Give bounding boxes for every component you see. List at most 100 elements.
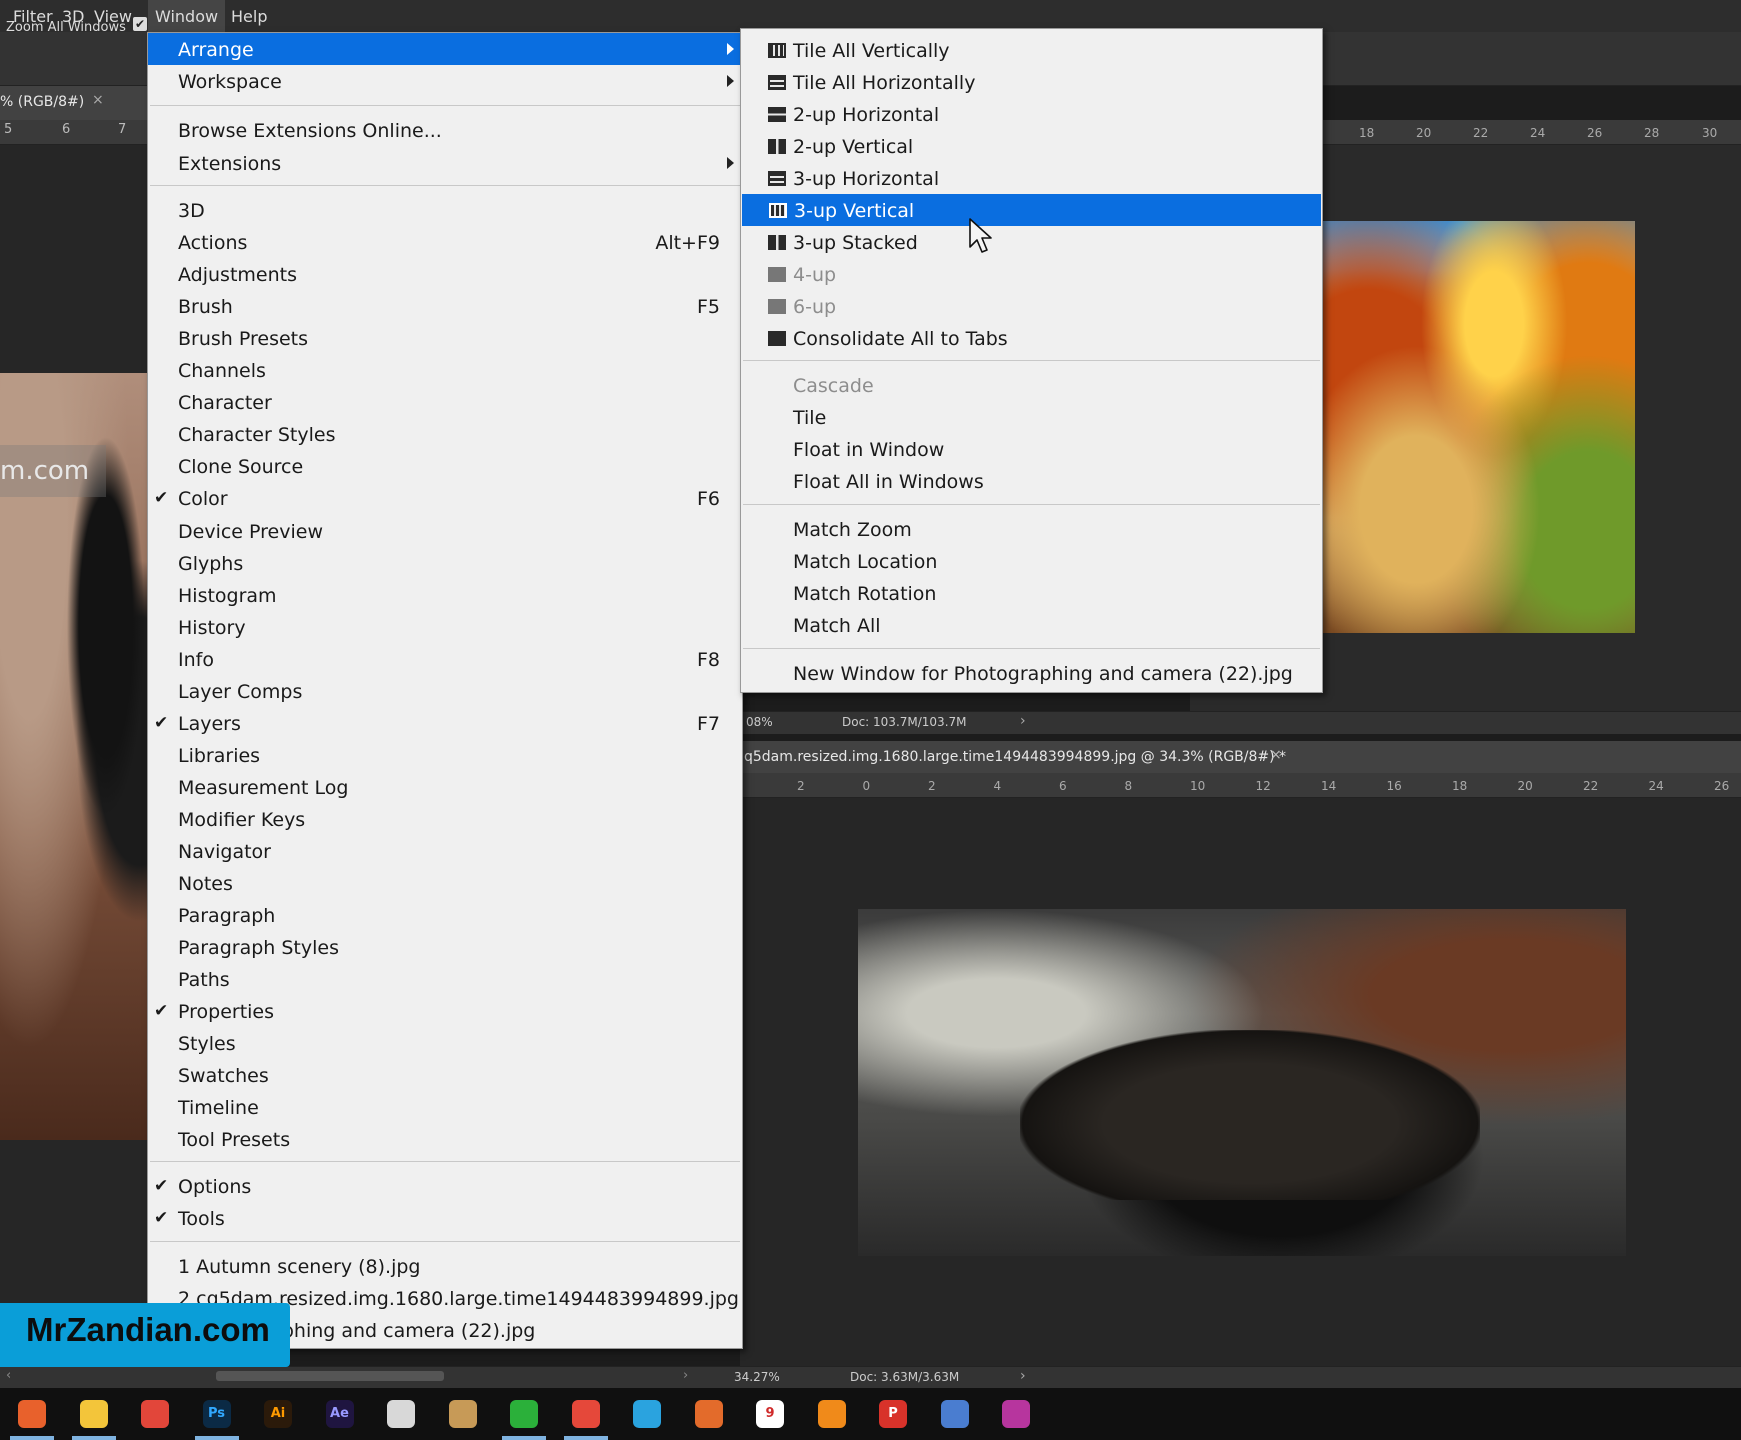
menu-item-layer-comps[interactable]: Layer Comps xyxy=(148,675,742,707)
menu-item-navigator[interactable]: Navigator xyxy=(148,835,742,867)
menu-item-paragraph-styles[interactable]: Paragraph Styles xyxy=(148,931,742,963)
menu-item-character[interactable]: Character xyxy=(148,386,742,418)
arrange-item-consolidate-all-to-tabs[interactable]: Consolidate All to Tabs xyxy=(741,322,1322,354)
menu-item-notes[interactable]: Notes xyxy=(148,867,742,899)
menu-item-history[interactable]: History xyxy=(148,611,742,643)
menu-item-properties[interactable]: ✔ Properties xyxy=(148,995,742,1027)
arrange-item-match-rotation[interactable]: Match Rotation xyxy=(741,577,1322,609)
menu-item-device-preview[interactable]: Device Preview xyxy=(148,515,742,547)
arrange-item-2-up-horizontal[interactable]: 2-up Horizontal xyxy=(741,98,1322,130)
ruler-tick: 22 xyxy=(1583,779,1599,793)
menu-item-brush-presets[interactable]: Brush Presets xyxy=(148,322,742,354)
menu-item-options[interactable]: ✔ Options xyxy=(148,1170,742,1202)
arrange-item-tile-all-horizontally[interactable]: Tile All Horizontally xyxy=(741,66,1322,98)
powerpoint-icon[interactable]: P xyxy=(879,1400,907,1428)
arrange-item-match-location[interactable]: Match Location xyxy=(741,545,1322,577)
ruler-tick: 4 xyxy=(993,779,1002,793)
network-icon[interactable] xyxy=(940,1400,969,1428)
ruler-tick: 7 xyxy=(118,122,127,137)
arrange-item-match-zoom[interactable]: Match Zoom xyxy=(741,513,1322,545)
horizontal-scrollbar-thumb[interactable] xyxy=(216,1371,444,1381)
menu-item-histogram[interactable]: Histogram xyxy=(148,579,742,611)
app-9-icon[interactable]: 9 xyxy=(756,1400,784,1428)
menubar-item-help[interactable]: Help xyxy=(224,0,274,32)
firefox-icon[interactable] xyxy=(18,1400,46,1428)
menu-item-styles[interactable]: Styles xyxy=(148,1027,742,1059)
arrange-item-new-window[interactable]: New Window for Photographing and camera … xyxy=(741,657,1322,689)
scroll-right-icon[interactable]: › xyxy=(683,1368,688,1383)
arrange-item-float-in-window[interactable]: Float in Window xyxy=(741,433,1322,465)
menu-item-adjustments[interactable]: Adjustments xyxy=(148,258,742,290)
arrange-item-4-up[interactable]: 4-up xyxy=(741,258,1322,290)
arrange-item-3-up-horizontal[interactable]: 3-up Horizontal xyxy=(741,162,1322,194)
menu-item-info[interactable]: Info F8 xyxy=(148,643,742,675)
ruler-tick: 26 xyxy=(1714,779,1730,793)
menu-item-label: History xyxy=(178,616,246,639)
menu-item-modifier-keys[interactable]: Modifier Keys xyxy=(148,803,742,835)
arrange-item-cascade[interactable]: Cascade xyxy=(741,369,1322,401)
menu-item-workspace[interactable]: Workspace xyxy=(148,65,742,97)
app-orange-icon[interactable] xyxy=(817,1400,846,1428)
illustrator-icon[interactable]: Ai xyxy=(264,1400,292,1428)
photoshop-icon[interactable]: Ps xyxy=(202,1400,231,1428)
menubar-item-window[interactable]: Window xyxy=(148,0,226,32)
arrange-item-label: 2-up Horizontal xyxy=(793,104,940,127)
app-purple-icon[interactable] xyxy=(1002,1400,1030,1428)
menu-item-channels[interactable]: Channels xyxy=(148,354,742,386)
scroll-left-icon[interactable]: ‹ xyxy=(6,1368,11,1383)
arrange-item-float-all-in-windows[interactable]: Float All in Windows xyxy=(741,465,1322,497)
recent-file-item[interactable]: 1 Autumn scenery (8).jpg xyxy=(148,1250,742,1282)
after-effects-icon[interactable]: Ae xyxy=(325,1400,354,1428)
menu-item-character-styles[interactable]: Character Styles xyxy=(148,418,742,450)
arrange-item-tile-all-vertically[interactable]: Tile All Vertically xyxy=(741,34,1322,66)
menu-item-clone-source[interactable]: Clone Source xyxy=(148,450,742,482)
arrange-item-6-up[interactable]: 6-up xyxy=(741,290,1322,322)
menu-item-paragraph[interactable]: Paragraph xyxy=(148,899,742,931)
ruler-tick: 26 xyxy=(1587,126,1603,140)
arrange-item-label: Match Rotation xyxy=(793,583,937,605)
menu-item-3d[interactable]: 3D xyxy=(148,194,742,226)
menu-item-libraries[interactable]: Libraries xyxy=(148,739,742,771)
menu-item-color[interactable]: ✔ Color F6 xyxy=(148,482,742,514)
menu-item-browse-extensions-online[interactable]: Browse Extensions Online... xyxy=(148,114,742,146)
arrange-item-label: Consolidate All to Tabs xyxy=(793,328,1008,351)
menu-item-layers[interactable]: ✔ Layers F7 xyxy=(148,707,742,739)
zoom-all-windows-checkbox[interactable]: ✔ xyxy=(133,17,147,31)
menu-item-label: Libraries xyxy=(178,744,261,767)
arrange-item-match-all[interactable]: Match All xyxy=(741,609,1322,641)
ruler-tick: 30 xyxy=(1702,126,1718,140)
arrange-item-label: 3-up Stacked xyxy=(793,232,918,255)
three-up-horizontal-icon xyxy=(768,171,786,187)
arrange-item-3-up-stacked[interactable]: 3-up Stacked xyxy=(741,226,1322,258)
camtasia-red-icon[interactable] xyxy=(571,1400,600,1428)
menu-item-label: Adjustments xyxy=(178,264,297,287)
left-document-close-icon[interactable]: × xyxy=(92,92,104,108)
telegram-icon[interactable] xyxy=(633,1400,661,1428)
file-explorer-icon[interactable] xyxy=(79,1400,108,1428)
bottom-status-arrow-icon[interactable]: › xyxy=(1020,1368,1026,1384)
feather-icon[interactable] xyxy=(694,1400,723,1428)
camtasia-green-icon[interactable] xyxy=(510,1400,538,1428)
menu-item-tools[interactable]: ✔ Tools xyxy=(148,1202,742,1234)
menu-item-timeline[interactable]: Timeline xyxy=(148,1091,742,1123)
arrange-item-3-up-vertical[interactable]: 3-up Vertical xyxy=(742,194,1321,227)
app-red-icon[interactable] xyxy=(141,1400,169,1428)
menu-item-arrange[interactable]: Arrange xyxy=(148,33,742,65)
car-document-close-icon[interactable]: × xyxy=(1270,747,1282,763)
app-owl-icon[interactable] xyxy=(448,1400,477,1428)
menu-item-swatches[interactable]: Swatches xyxy=(148,1059,742,1091)
menu-item-extensions[interactable]: Extensions xyxy=(148,147,742,179)
menu-item-glyphs[interactable]: Glyphs xyxy=(148,547,742,579)
watermark-badge-text: MrZandian.com xyxy=(26,1311,270,1348)
arrange-item-tile[interactable]: Tile xyxy=(741,401,1322,433)
arrange-item-2-up-vertical[interactable]: 2-up Vertical xyxy=(741,130,1322,162)
top-right-status-arrow-icon[interactable]: › xyxy=(1020,713,1026,729)
menu-item-brush[interactable]: Brush F5 xyxy=(148,290,742,322)
menu-item-measurement-log[interactable]: Measurement Log xyxy=(148,771,742,803)
menu-item-actions[interactable]: Actions Alt+F9 xyxy=(148,226,742,258)
taskbar-active-indicator xyxy=(71,1436,116,1440)
recent-file-label: 1 Autumn scenery (8).jpg xyxy=(178,1256,421,1278)
chrome-icon[interactable] xyxy=(387,1400,415,1428)
menu-item-paths[interactable]: Paths xyxy=(148,963,742,995)
menu-item-tool-presets[interactable]: Tool Presets xyxy=(148,1123,742,1155)
